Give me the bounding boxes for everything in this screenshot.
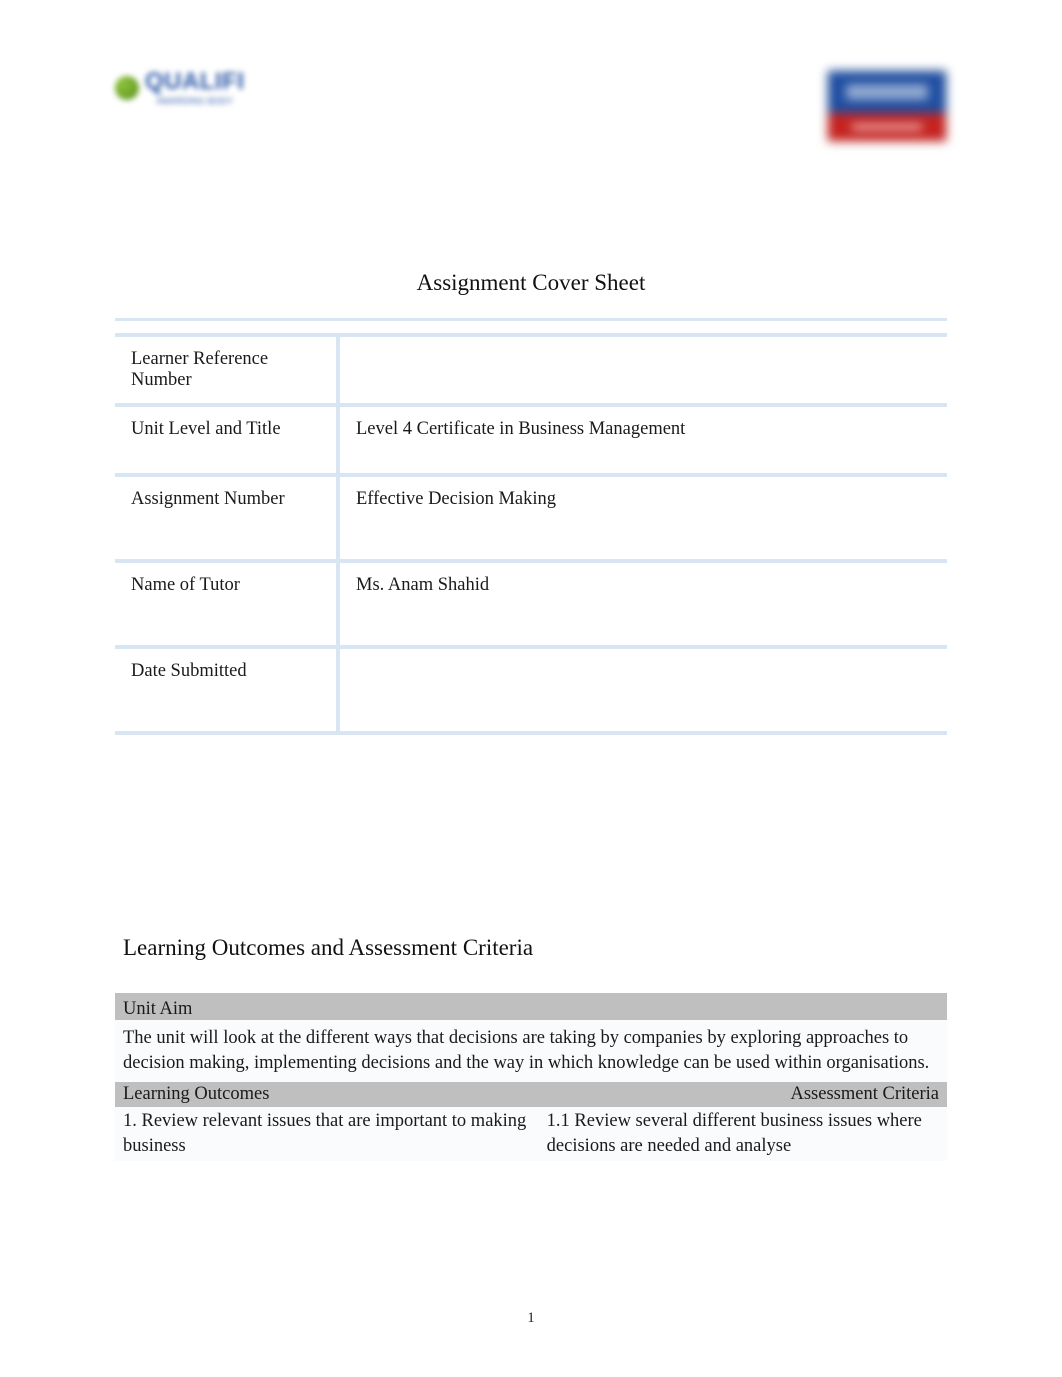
criteria-right: 1.1 Review several different business is…: [539, 1107, 947, 1161]
logo-right-bot: [828, 113, 946, 141]
logo-right: [827, 70, 947, 142]
unit-aim-text: The unit will look at the different ways…: [115, 1020, 947, 1082]
logo-left-emblem: [115, 76, 139, 100]
page-number: 1: [0, 1310, 1062, 1327]
logo-right-line: [846, 94, 929, 98]
criteria-row: 1. Review relevant issues that are impor…: [115, 1107, 947, 1161]
criteria-header-right: Assessment Criteria: [539, 1082, 947, 1107]
logo-right-line: [852, 125, 923, 129]
cover-label: Name of Tutor: [115, 563, 340, 645]
cover-row: Learner Reference Number: [115, 333, 947, 407]
cover-value: Effective Decision Making: [340, 477, 947, 559]
learning-outcomes-table: Unit Aim The unit will look at the diffe…: [115, 993, 947, 1161]
logo-right-line: [846, 86, 929, 90]
cover-label: Date Submitted: [115, 649, 340, 731]
cover-row: Date Submitted: [115, 649, 947, 735]
cover-value: [340, 649, 947, 731]
learning-outcomes-heading: Learning Outcomes and Assessment Criteri…: [123, 935, 947, 961]
cover-row: Name of Tutor Ms. Anam Shahid: [115, 563, 947, 649]
cover-value: Ms. Anam Shahid: [340, 563, 947, 645]
logo-left-word: QUALIFI: [145, 70, 245, 94]
logo-left-tagline: AWARDING BODY: [145, 96, 245, 106]
cover-row: Assignment Number Effective Decision Mak…: [115, 477, 947, 563]
logo-right-top: [828, 71, 946, 113]
cover-sheet-table: Learner Reference Number Unit Level and …: [115, 333, 947, 735]
title-rule: [115, 318, 947, 321]
cover-label: Assignment Number: [115, 477, 340, 559]
page-title: Assignment Cover Sheet: [115, 270, 947, 296]
criteria-header-left: Learning Outcomes: [115, 1082, 539, 1107]
criteria-left: 1. Review relevant issues that are impor…: [115, 1107, 539, 1161]
cover-row: Unit Level and Title Level 4 Certificate…: [115, 407, 947, 477]
cover-value: Level 4 Certificate in Business Manageme…: [340, 407, 947, 473]
cover-label: Learner Reference Number: [115, 337, 340, 403]
cover-label: Unit Level and Title: [115, 407, 340, 473]
criteria-header-row: Learning Outcomes Assessment Criteria: [115, 1082, 947, 1107]
page-header: QUALIFI AWARDING BODY: [115, 70, 947, 170]
logo-left: QUALIFI AWARDING BODY: [115, 70, 245, 106]
logo-left-text: QUALIFI AWARDING BODY: [145, 70, 245, 106]
unit-aim-header: Unit Aim: [115, 993, 947, 1020]
cover-value: [340, 337, 947, 403]
